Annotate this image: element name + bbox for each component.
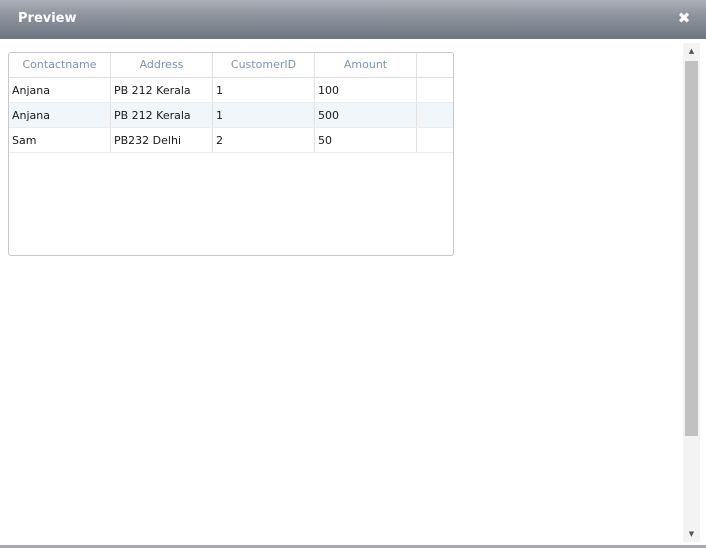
dialog-title: Preview xyxy=(18,11,77,26)
cell-address: PB 212 Kerala xyxy=(111,103,213,127)
vertical-scrollbar[interactable]: ▲ ▼ xyxy=(683,43,700,542)
column-header-amount[interactable]: Amount xyxy=(315,53,417,77)
dialog-titlebar[interactable]: Preview ✖ xyxy=(0,0,706,39)
cell-filler xyxy=(417,78,453,102)
cell-customerid: 1 xyxy=(213,103,315,127)
cell-address: PB232 Delhi xyxy=(111,128,213,152)
column-header-address[interactable]: Address xyxy=(111,53,213,77)
cell-amount: 500 xyxy=(315,103,417,127)
grid-header: Contactname Address CustomerID Amount xyxy=(9,53,453,78)
column-header-contactname[interactable]: Contactname xyxy=(9,53,111,77)
preview-dialog: Preview ✖ Contactname Address CustomerID… xyxy=(0,0,706,548)
cell-contactname: Anjana xyxy=(9,78,111,102)
cell-customerid: 2 xyxy=(213,128,315,152)
cell-customerid: 1 xyxy=(213,78,315,102)
table-row[interactable]: Anjana PB 212 Kerala 1 100 xyxy=(9,78,453,103)
cell-amount: 100 xyxy=(315,78,417,102)
scrollbar-thumb[interactable] xyxy=(685,61,698,436)
cell-contactname: Anjana xyxy=(9,103,111,127)
scroll-up-arrow-icon[interactable]: ▲ xyxy=(683,43,700,59)
table-row[interactable]: Sam PB232 Delhi 2 50 xyxy=(9,128,453,153)
cell-filler xyxy=(417,103,453,127)
cell-filler xyxy=(417,128,453,152)
data-grid: Contactname Address CustomerID Amount An… xyxy=(8,52,454,256)
table-row[interactable]: Anjana PB 212 Kerala 1 500 xyxy=(9,103,453,128)
cell-amount: 50 xyxy=(315,128,417,152)
close-icon[interactable]: ✖ xyxy=(677,9,691,27)
scroll-down-arrow-icon[interactable]: ▼ xyxy=(683,526,700,542)
cell-contactname: Sam xyxy=(9,128,111,152)
cell-address: PB 212 Kerala xyxy=(111,78,213,102)
column-header-customerid[interactable]: CustomerID xyxy=(213,53,315,77)
column-header-filler xyxy=(417,53,453,77)
